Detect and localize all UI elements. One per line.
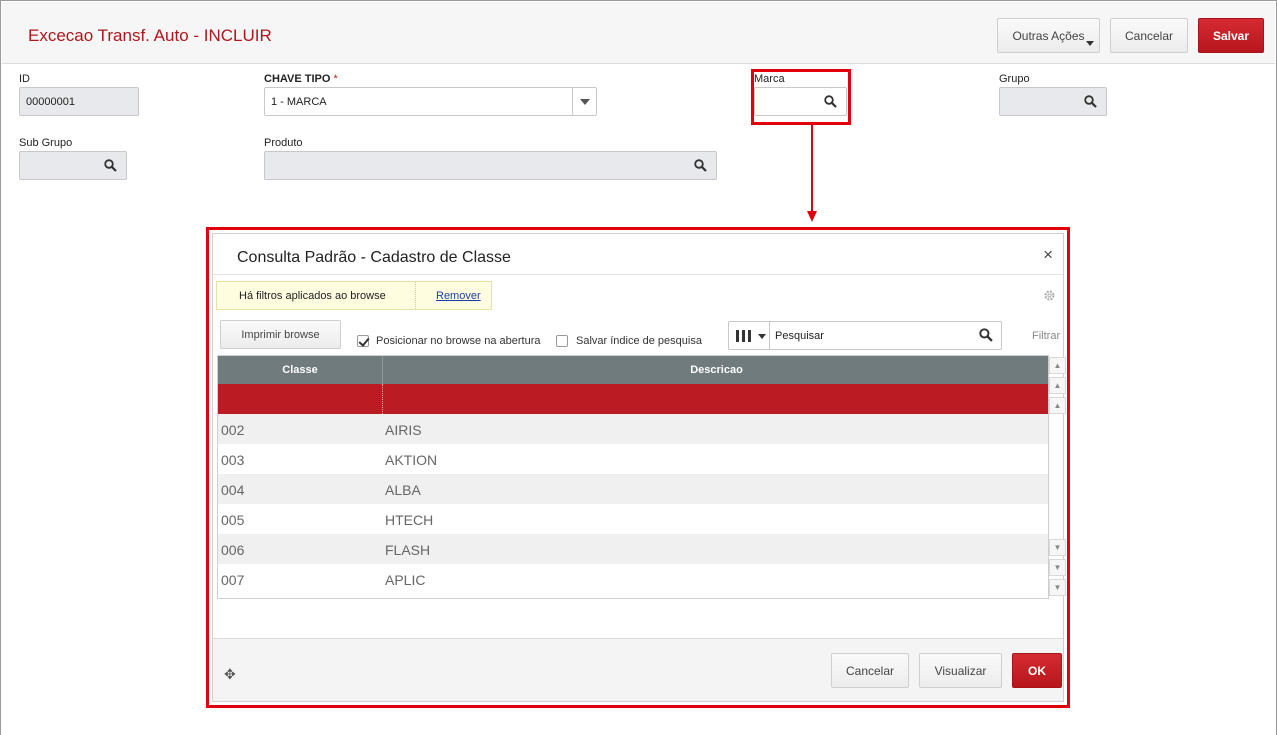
scroll-page-up-icon[interactable]: ▲ (1049, 377, 1066, 394)
id-field[interactable]: 00000001 (19, 87, 139, 116)
produto-label: Produto (264, 137, 303, 149)
ok-button[interactable]: OK (1012, 653, 1062, 688)
page-title: Excecao Transf. Auto - INCLUIR (28, 26, 272, 45)
scroll-down-icon[interactable]: ▼ (1049, 539, 1066, 556)
position-browse-label: Posicionar no browse na abertura (376, 335, 541, 347)
produto-field[interactable] (264, 151, 717, 180)
more-actions-label: Outras Ações (1012, 28, 1085, 43)
table-row[interactable]: 004 ALBA (218, 474, 1048, 504)
table-row[interactable]: 002 AIRIS (218, 414, 1048, 444)
cell-classe: 004 (221, 482, 245, 498)
dialog-cancel-button[interactable]: Cancelar (831, 653, 909, 688)
table-row[interactable]: 003 AKTION (218, 444, 1048, 474)
column-header-descricao[interactable]: Descricao (383, 364, 1048, 376)
scroll-top-icon[interactable]: ▲ (1049, 357, 1066, 374)
scroll-page-down-icon[interactable]: ▼ (1049, 559, 1066, 576)
filter-notice: Há filtros aplicados ao browse Remover (216, 281, 492, 310)
cell-descricao: AKTION (385, 452, 438, 468)
grid-header: Classe Descricao (218, 356, 1048, 384)
annotation-arrow-head (807, 211, 817, 222)
column-header-classe[interactable]: Classe (218, 364, 382, 376)
columns-icon (736, 330, 751, 342)
save-index-checkbox[interactable] (556, 335, 568, 347)
scroll-up-icon[interactable]: ▲ (1049, 397, 1066, 414)
table-row[interactable] (218, 384, 1048, 414)
chave-tipo-value: 1 - MARCA (271, 95, 327, 108)
chave-tipo-label: CHAVE TIPO * (264, 73, 338, 85)
cell-descricao: ALBA (385, 482, 421, 498)
search-icon[interactable] (979, 328, 993, 342)
page: Excecao Transf. Auto - INCLUIR Outras Aç… (0, 0, 1277, 735)
cell-classe: 002 (221, 422, 245, 438)
dialog-title: Consulta Padrão - Cadastro de Classe (237, 249, 511, 266)
cell-descricao: HTECH (385, 512, 434, 528)
cell-descricao: APLIC (385, 572, 426, 588)
id-value: 00000001 (26, 95, 75, 108)
selected-row-divider (382, 384, 383, 414)
chevron-down-icon (1086, 41, 1094, 46)
cell-classe: 007 (221, 572, 245, 588)
close-icon[interactable]: × (1043, 245, 1053, 265)
search-bar: Pesquisar (728, 321, 1002, 350)
filter-button[interactable]: Filtrar (1032, 330, 1060, 342)
lookup-dialog: Consulta Padrão - Cadastro de Classe × H… (206, 227, 1070, 708)
annotation-highlight-box (751, 69, 851, 125)
chave-tipo-label-text: CHAVE TIPO (264, 73, 331, 85)
position-browse-checkbox[interactable] (357, 335, 369, 347)
cell-descricao: FLASH (385, 542, 431, 558)
table-row[interactable]: 006 FLASH (218, 534, 1048, 564)
print-browse-button[interactable]: Imprimir browse (220, 320, 341, 349)
search-icon[interactable] (694, 159, 707, 172)
cell-classe: 005 (221, 512, 245, 528)
annotation-arrow-line (811, 124, 813, 214)
cell-classe: 003 (221, 452, 245, 468)
columns-selector[interactable] (729, 322, 770, 349)
table-row[interactable]: 005 HTECH (218, 504, 1048, 534)
scroll-bottom-icon[interactable]: ▼ (1049, 579, 1066, 596)
cell-classe: 006 (221, 542, 245, 558)
grupo-label: Grupo (999, 73, 1030, 85)
page-header: Excecao Transf. Auto - INCLUIR Outras Aç… (2, 2, 1275, 64)
sub-grupo-label: Sub Grupo (19, 137, 73, 149)
save-button[interactable]: Salvar (1198, 18, 1264, 53)
search-icon[interactable] (104, 159, 117, 172)
search-icon[interactable] (1084, 95, 1097, 108)
remove-filter-link[interactable]: Remover (436, 290, 481, 302)
filter-divider (415, 282, 416, 309)
required-mark: * (333, 73, 338, 85)
dialog-body: Consulta Padrão - Cadastro de Classe × H… (212, 233, 1066, 702)
results-grid: Classe Descricao 002 AIRIS 003 AKTION 00… (217, 355, 1049, 599)
search-input[interactable]: Pesquisar (775, 330, 824, 342)
dialog-header-divider (213, 274, 1063, 275)
view-button[interactable]: Visualizar (919, 653, 1002, 688)
save-index-label: Salvar índice de pesquisa (576, 335, 702, 347)
table-row[interactable]: 007 APLIC (218, 564, 1048, 594)
id-label: ID (19, 73, 30, 85)
cancel-button[interactable]: Cancelar (1110, 18, 1188, 53)
chave-tipo-select[interactable]: 1 - MARCA (264, 87, 597, 116)
move-icon[interactable]: ✥ (224, 666, 236, 683)
grupo-field[interactable] (999, 87, 1107, 116)
cell-descricao: AIRIS (385, 422, 422, 438)
sub-grupo-field[interactable] (19, 151, 127, 180)
gear-icon[interactable] (1043, 289, 1056, 302)
dropdown-arrow-icon[interactable] (572, 88, 596, 115)
chevron-down-icon (758, 334, 766, 339)
more-actions-button[interactable]: Outras Ações (997, 18, 1100, 53)
filter-notice-text: Há filtros aplicados ao browse (239, 290, 386, 302)
